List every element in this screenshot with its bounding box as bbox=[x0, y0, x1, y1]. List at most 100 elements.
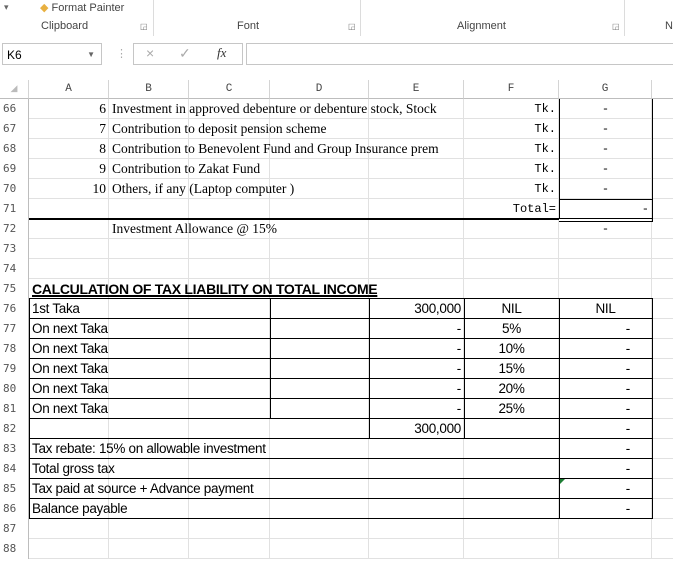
cell-E79[interactable]: - bbox=[369, 359, 464, 379]
column-header-C[interactable]: C bbox=[189, 80, 270, 99]
cell-F66[interactable]: Tk. bbox=[464, 99, 559, 119]
row-header-86[interactable]: 86 bbox=[0, 499, 29, 519]
cell-E78[interactable]: - bbox=[369, 339, 464, 359]
cell-G81[interactable]: - bbox=[559, 399, 652, 419]
row-header-87[interactable]: 87 bbox=[0, 519, 29, 539]
column-header-D[interactable]: D bbox=[270, 80, 369, 99]
cell-G71[interactable]: - bbox=[559, 199, 652, 219]
cell-B70[interactable]: Others, if any (Laptop computer ) bbox=[109, 179, 464, 199]
row-header-73[interactable]: 73 bbox=[0, 239, 29, 259]
cell-A85[interactable]: Tax paid at source + Advance payment bbox=[29, 479, 559, 499]
cell-E82[interactable]: 300,000 bbox=[369, 419, 464, 439]
row-header-69[interactable]: 69 bbox=[0, 159, 29, 179]
cell-B67[interactable]: Contribution to deposit pension scheme bbox=[109, 119, 464, 139]
row-header-74[interactable]: 74 bbox=[0, 259, 29, 279]
cell-F71[interactable]: Total= bbox=[464, 199, 559, 219]
row-header-78[interactable]: 78 bbox=[0, 339, 29, 359]
column-header-F[interactable]: F bbox=[464, 80, 559, 99]
row-header-67[interactable]: 67 bbox=[0, 119, 29, 139]
cell-G66[interactable]: - bbox=[559, 99, 652, 119]
row-header-72[interactable]: 72 bbox=[0, 219, 29, 239]
cell-F70[interactable]: Tk. bbox=[464, 179, 559, 199]
row-header-82[interactable]: 82 bbox=[0, 419, 29, 439]
row-header-81[interactable]: 81 bbox=[0, 399, 29, 419]
column-header-E[interactable]: E bbox=[369, 80, 464, 99]
cell-G67[interactable]: - bbox=[559, 119, 652, 139]
cell-G83[interactable]: - bbox=[559, 439, 652, 459]
name-box[interactable]: K6 ▼ bbox=[2, 43, 102, 65]
cell-F77[interactable]: 5% bbox=[464, 319, 559, 339]
cell-F68[interactable]: Tk. bbox=[464, 139, 559, 159]
cell-F80[interactable]: 20% bbox=[464, 379, 559, 399]
cell-A75[interactable]: CALCULATION OF TAX LIABILITY ON TOTAL IN… bbox=[29, 279, 559, 299]
select-all-button[interactable]: ◢ bbox=[0, 80, 29, 99]
row-header-79[interactable]: 79 bbox=[0, 359, 29, 379]
more-options-icon: ⋮ bbox=[116, 48, 127, 60]
format-painter-button[interactable]: ◆ Format Painter bbox=[40, 1, 124, 15]
row-header-68[interactable]: 68 bbox=[0, 139, 29, 159]
cell-F81[interactable]: 25% bbox=[464, 399, 559, 419]
row-header-71[interactable]: 71 bbox=[0, 199, 29, 219]
cell-G77[interactable]: - bbox=[559, 319, 652, 339]
cell-G70[interactable]: - bbox=[559, 179, 652, 199]
column-header-B[interactable]: B bbox=[109, 80, 189, 99]
cell-G82[interactable]: - bbox=[559, 419, 652, 439]
cell-A86[interactable]: Balance payable bbox=[29, 499, 559, 519]
cell-A70[interactable]: 10 bbox=[29, 179, 109, 199]
cell-B68[interactable]: Contribution to Benevolent Fund and Grou… bbox=[109, 139, 464, 159]
row-header-88[interactable]: 88 bbox=[0, 539, 29, 559]
cell-A67[interactable]: 7 bbox=[29, 119, 109, 139]
cancel-icon[interactable]: × bbox=[146, 45, 154, 61]
column-header-H[interactable] bbox=[652, 80, 673, 99]
spreadsheet-grid[interactable]: ◢ A B C D E F G 66 6 Investment in approved debent… bbox=[0, 80, 673, 561]
cell-A66[interactable]: 6 bbox=[29, 99, 109, 119]
error-indicator-icon[interactable] bbox=[560, 479, 565, 484]
chevron-down-icon[interactable]: ▼ bbox=[87, 44, 95, 66]
row-header-83[interactable]: 83 bbox=[0, 439, 29, 459]
cell-A83[interactable]: Tax rebate: 15% on allowable investment bbox=[29, 439, 559, 459]
cell-B66[interactable]: Investment in approved debenture or debe… bbox=[109, 99, 464, 119]
cell-E76[interactable]: 300,000 bbox=[369, 299, 464, 319]
cell-F79[interactable]: 15% bbox=[464, 359, 559, 379]
row-header-75[interactable]: 75 bbox=[0, 279, 29, 299]
clipboard-launcher-icon[interactable]: ◲ bbox=[140, 22, 148, 31]
formula-input[interactable] bbox=[246, 43, 673, 65]
cell-E81[interactable]: - bbox=[369, 399, 464, 419]
cell-G80[interactable]: - bbox=[559, 379, 652, 399]
row-header-76[interactable]: 76 bbox=[0, 299, 29, 319]
cell-B72[interactable]: Investment Allowance @ 15% bbox=[109, 219, 464, 239]
column-header-A[interactable]: A bbox=[29, 80, 109, 99]
alignment-launcher-icon[interactable]: ◲ bbox=[612, 22, 620, 31]
insert-function-button[interactable]: fx bbox=[217, 45, 226, 61]
cell-A84[interactable]: Total gross tax bbox=[29, 459, 559, 479]
cell-G78[interactable]: - bbox=[559, 339, 652, 359]
cell-border bbox=[464, 299, 465, 439]
cell-G79[interactable]: - bbox=[559, 359, 652, 379]
cell-G68[interactable]: - bbox=[559, 139, 652, 159]
cell-A68[interactable]: 8 bbox=[29, 139, 109, 159]
row-header-77[interactable]: 77 bbox=[0, 319, 29, 339]
cell-E80[interactable]: - bbox=[369, 379, 464, 399]
cell-F69[interactable]: Tk. bbox=[464, 159, 559, 179]
row-header-66[interactable]: 66 bbox=[0, 99, 29, 119]
cell-F76[interactable]: NIL bbox=[464, 299, 559, 319]
cell-G86[interactable]: - bbox=[559, 499, 652, 519]
cell-G76[interactable]: NIL bbox=[559, 299, 652, 319]
cell-G72[interactable]: - bbox=[559, 219, 652, 239]
cell-G85[interactable]: - bbox=[559, 479, 652, 499]
row-header-84[interactable]: 84 bbox=[0, 459, 29, 479]
cell-G84[interactable]: - bbox=[559, 459, 652, 479]
row-header-70[interactable]: 70 bbox=[0, 179, 29, 199]
cell-A69[interactable]: 9 bbox=[29, 159, 109, 179]
cell-F67[interactable]: Tk. bbox=[464, 119, 559, 139]
cell-E77[interactable]: - bbox=[369, 319, 464, 339]
row-header-80[interactable]: 80 bbox=[0, 379, 29, 399]
row-header-85[interactable]: 85 bbox=[0, 479, 29, 499]
enter-icon[interactable]: ✓ bbox=[179, 45, 191, 62]
cell-G69[interactable]: - bbox=[559, 159, 652, 179]
paste-dropdown-icon[interactable]: ▾ bbox=[4, 2, 9, 13]
font-launcher-icon[interactable]: ◲ bbox=[348, 22, 356, 31]
cell-F78[interactable]: 10% bbox=[464, 339, 559, 359]
cell-B69[interactable]: Contribution to Zakat Fund bbox=[109, 159, 464, 179]
column-header-G[interactable]: G bbox=[559, 80, 652, 99]
